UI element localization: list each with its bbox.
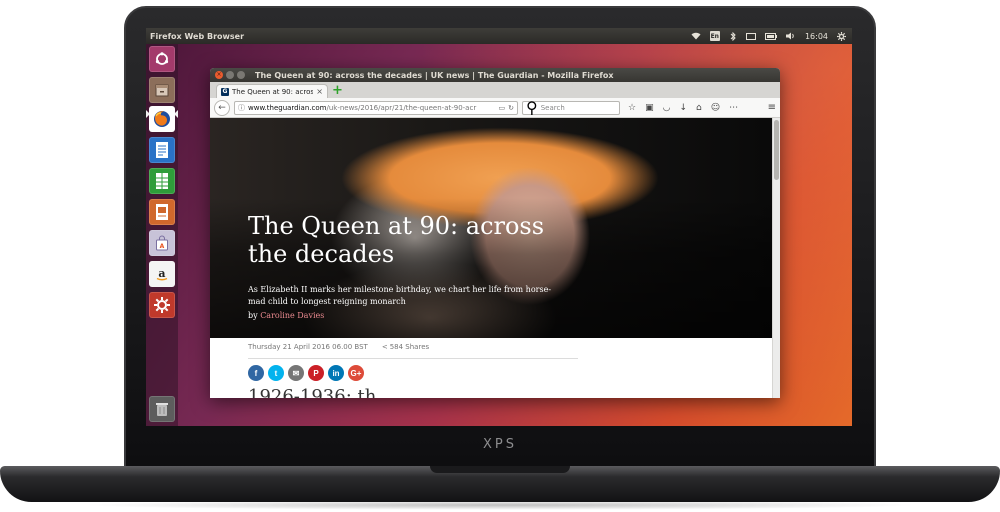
laptop-hinge-notch: [430, 466, 570, 473]
share-count-text: 584 Shares: [389, 343, 430, 351]
device-brand-logo: XPS: [483, 437, 517, 452]
writer-document-icon[interactable]: [149, 137, 175, 163]
tab-strip: G The Queen at 90: across t × +: [210, 82, 780, 98]
twitter-share-button[interactable]: t: [268, 365, 284, 381]
section-heading: 1926-1936: th: [248, 386, 377, 398]
keyboard-layout-indicator[interactable]: En: [709, 31, 720, 41]
search-icon: ⚲: [526, 98, 538, 117]
share-count: < 584 Shares: [382, 343, 429, 351]
reload-icon[interactable]: ↻: [508, 104, 514, 112]
shopping-bag-icon[interactable]: A: [149, 230, 175, 256]
article-date: Thursday 21 April 2016 06.00 BST: [248, 343, 368, 351]
svg-text:a: a: [158, 267, 165, 280]
social-share-buttons: f t ✉ P in G+: [248, 365, 364, 381]
window-titlebar[interactable]: × The Queen at 90: across the decades | …: [210, 68, 780, 82]
clipboard-icon[interactable]: ▣: [645, 103, 654, 113]
url-host: www.theguardian.com: [248, 103, 327, 112]
page-content: The Queen at 90: across the decades As E…: [210, 118, 780, 398]
url-bar[interactable]: ⓘ www.theguardian.com/uk-news/2016/apr/2…: [234, 100, 518, 115]
unity-launcher: A a: [146, 44, 178, 426]
site-info-icon[interactable]: ⓘ: [238, 103, 245, 113]
panel-app-title: Firefox Web Browser: [150, 31, 245, 41]
volume-icon[interactable]: [785, 31, 796, 41]
article-meta: Thursday 21 April 2016 06.00 BST < 584 S…: [248, 343, 429, 351]
google-plus-share-button[interactable]: G+: [348, 365, 364, 381]
article-headline: The Queen at 90: across the decades: [248, 212, 545, 268]
overflow-icon[interactable]: ⋯: [729, 103, 738, 113]
reader-view-icon[interactable]: ▭: [499, 104, 506, 112]
toolbar-icons: ☆ ▣ ◡ ↓ ⌂ ☺ ⋯: [628, 103, 738, 113]
svg-text:A: A: [160, 243, 165, 250]
impress-presentation-icon[interactable]: [149, 199, 175, 225]
linkedin-share-button[interactable]: in: [328, 365, 344, 381]
top-panel: Firefox Web Browser En 16:04: [146, 28, 852, 44]
firefox-icon[interactable]: [149, 106, 175, 132]
ubuntu-logo-icon[interactable]: [149, 46, 175, 72]
bluetooth-icon[interactable]: [729, 31, 737, 41]
share-icon: <: [381, 343, 388, 351]
window-close-button[interactable]: ×: [215, 71, 223, 79]
pocket-icon[interactable]: ◡: [663, 103, 671, 113]
amazon-icon[interactable]: a: [149, 261, 175, 287]
article-byline: by Caroline Davies: [248, 311, 324, 320]
firefox-window: × The Queen at 90: across the decades | …: [210, 68, 780, 398]
article-standfirst: As Elizabeth II marks her milestone birt…: [248, 285, 552, 306]
pinterest-share-button[interactable]: P: [308, 365, 324, 381]
guardian-favicon-icon: G: [221, 87, 229, 96]
email-share-button[interactable]: ✉: [288, 365, 304, 381]
navigation-toolbar: ← ⓘ www.theguardian.com/uk-news/2016/apr…: [210, 98, 780, 118]
url-path: /uk-news/2016/apr/21/the-queen-at-90-acr: [326, 103, 477, 112]
tab-label: The Queen at 90: across t: [232, 87, 314, 96]
desktop-screen: Firefox Web Browser En 16:04 A a × The Q…: [146, 28, 852, 426]
meta-divider: [248, 358, 578, 359]
back-arrow-icon[interactable]: ←: [214, 99, 230, 116]
trash-icon[interactable]: [149, 396, 175, 422]
downloads-arrow-icon[interactable]: ↓: [679, 103, 687, 113]
wifi-icon[interactable]: [691, 31, 701, 41]
search-input[interactable]: [540, 103, 621, 112]
scrollbar-thumb[interactable]: [774, 120, 779, 180]
byline-prefix: by: [248, 311, 258, 320]
hamburger-menu-icon[interactable]: ≡: [768, 102, 776, 113]
url-text[interactable]: www.theguardian.com/uk-news/2016/apr/21/…: [248, 104, 496, 112]
tab-close-icon[interactable]: ×: [316, 87, 323, 96]
file-cabinet-icon[interactable]: [149, 77, 175, 103]
bookmark-star-icon[interactable]: ☆: [628, 103, 636, 113]
session-gear-icon[interactable]: [837, 31, 846, 41]
author-link[interactable]: Caroline Davies: [260, 311, 324, 320]
indicator-area: En 16:04: [691, 31, 846, 41]
new-tab-plus-icon[interactable]: +: [332, 84, 344, 97]
chat-bubble-icon[interactable]: ☺: [711, 103, 720, 113]
window-minimize-button[interactable]: [226, 71, 234, 79]
settings-gear-icon[interactable]: [149, 292, 175, 318]
page-scrollbar[interactable]: [772, 118, 780, 398]
window-maximize-button[interactable]: [237, 71, 245, 79]
battery-icon[interactable]: [764, 31, 777, 41]
tab-guardian[interactable]: G The Queen at 90: across t ×: [216, 84, 328, 98]
mail-icon[interactable]: [745, 32, 756, 40]
search-bar[interactable]: ⚲: [522, 98, 621, 117]
window-title: The Queen at 90: across the decades | UK…: [255, 70, 614, 80]
home-icon[interactable]: ⌂: [696, 103, 702, 113]
clock[interactable]: 16:04: [805, 31, 828, 41]
calc-spreadsheet-icon[interactable]: [149, 168, 175, 194]
facebook-share-button[interactable]: f: [248, 365, 264, 381]
